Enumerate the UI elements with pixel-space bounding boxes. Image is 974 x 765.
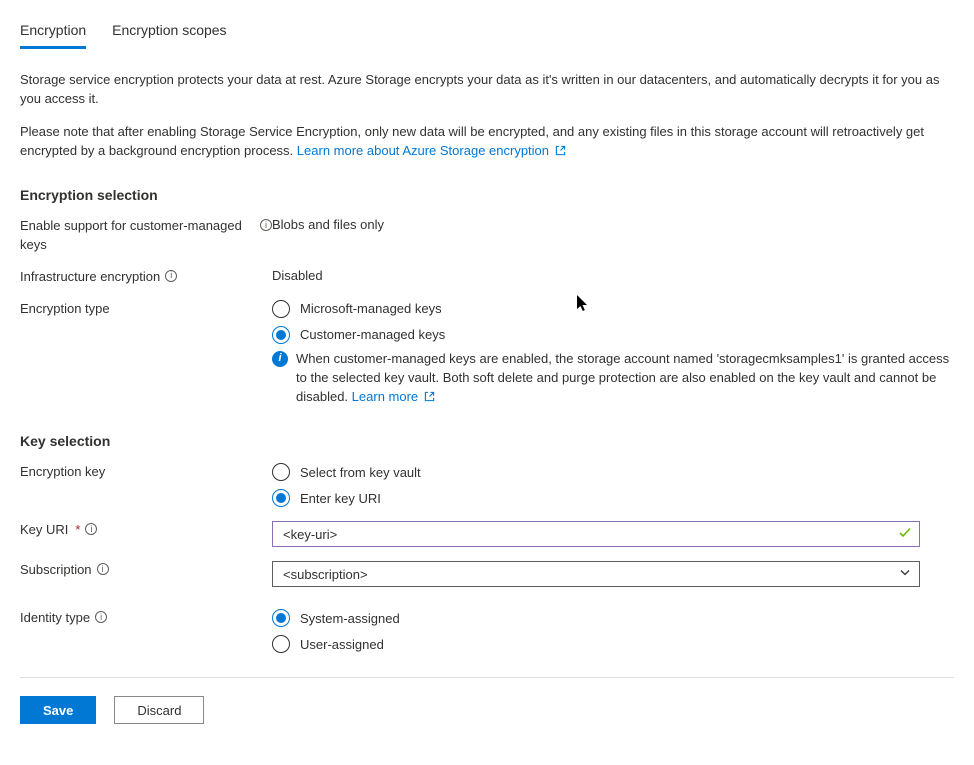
enable-support-label: Enable support for customer-managed keys xyxy=(20,217,255,253)
learn-more-link[interactable]: Learn more about Azure Storage encryptio… xyxy=(297,143,566,158)
radio-select-from-key-vault[interactable]: Select from key vault xyxy=(272,463,954,481)
radio-user-assigned[interactable]: User-assigned xyxy=(272,635,954,653)
subscription-value: <subscription> xyxy=(283,567,368,582)
infrastructure-encryption-label: Infrastructure encryption xyxy=(20,268,160,286)
encryption-key-label: Encryption key xyxy=(20,463,105,481)
footer: Save Discard xyxy=(20,696,954,724)
section-heading-key-selection: Key selection xyxy=(20,433,954,449)
encryption-key-radio-group: Select from key vault Enter key URI xyxy=(272,463,954,507)
radio-enter-key-uri[interactable]: Enter key URI xyxy=(272,489,954,507)
section-heading-encryption-selection: Encryption selection xyxy=(20,187,954,203)
infrastructure-encryption-value: Disabled xyxy=(272,268,954,283)
info-icon[interactable]: i xyxy=(85,523,97,535)
intro-paragraph-1: Storage service encryption protects your… xyxy=(20,71,954,109)
customer-managed-info: i When customer-managed keys are enabled… xyxy=(272,350,954,408)
radio-icon xyxy=(272,300,290,318)
radio-label: Microsoft-managed keys xyxy=(300,301,442,316)
info-icon[interactable]: i xyxy=(97,563,109,575)
subscription-label: Subscription xyxy=(20,561,92,579)
radio-icon xyxy=(272,326,290,344)
radio-microsoft-managed[interactable]: Microsoft-managed keys xyxy=(272,300,954,318)
key-uri-input[interactable] xyxy=(272,521,920,547)
identity-type-label: Identity type xyxy=(20,609,90,627)
info-icon: i xyxy=(272,351,288,367)
row-identity-type: Identity type i System-assigned User-ass… xyxy=(20,609,954,653)
radio-label: User-assigned xyxy=(300,637,384,652)
tabs: Encryption Encryption scopes xyxy=(20,20,954,49)
row-infrastructure-encryption: Infrastructure encryption i Disabled xyxy=(20,268,954,286)
radio-icon xyxy=(272,463,290,481)
intro-text: Storage service encryption protects your… xyxy=(20,71,954,161)
radio-label: Select from key vault xyxy=(300,465,421,480)
encryption-type-radio-group: Microsoft-managed keys Customer-managed … xyxy=(272,300,954,344)
subscription-select[interactable]: <subscription> xyxy=(272,561,920,587)
save-button[interactable]: Save xyxy=(20,696,96,724)
row-subscription: Subscription i <subscription> xyxy=(20,561,954,587)
radio-system-assigned[interactable]: System-assigned xyxy=(272,609,954,627)
discard-button[interactable]: Discard xyxy=(114,696,204,724)
tab-encryption[interactable]: Encryption xyxy=(20,20,86,49)
enable-support-value: Blobs and files only xyxy=(272,217,954,232)
identity-type-radio-group: System-assigned User-assigned xyxy=(272,609,954,653)
chevron-down-icon xyxy=(899,567,911,582)
key-uri-label: Key URI xyxy=(20,521,68,539)
external-link-icon xyxy=(555,143,566,162)
info-icon[interactable]: i xyxy=(165,270,177,282)
intro-paragraph-2: Please note that after enabling Storage … xyxy=(20,123,954,162)
info-icon[interactable]: i xyxy=(260,219,272,231)
row-key-uri: Key URI * i xyxy=(20,521,954,547)
radio-customer-managed[interactable]: Customer-managed keys xyxy=(272,326,954,344)
row-encryption-key: Encryption key Select from key vault Ent… xyxy=(20,463,954,507)
required-indicator: * xyxy=(75,521,80,539)
radio-icon xyxy=(272,635,290,653)
radio-icon xyxy=(272,489,290,507)
info-icon[interactable]: i xyxy=(95,611,107,623)
learn-more-link[interactable]: Learn more xyxy=(352,389,435,404)
radio-label: Enter key URI xyxy=(300,491,381,506)
external-link-icon xyxy=(424,389,435,408)
radio-icon xyxy=(272,609,290,627)
radio-label: Customer-managed keys xyxy=(300,327,445,342)
row-encryption-type: Encryption type Microsoft-managed keys C… xyxy=(20,300,954,408)
radio-label: System-assigned xyxy=(300,611,400,626)
footer-separator xyxy=(20,677,954,678)
checkmark-icon xyxy=(898,526,912,543)
row-enable-support: Enable support for customer-managed keys… xyxy=(20,217,954,253)
encryption-type-label: Encryption type xyxy=(20,300,110,318)
tab-encryption-scopes[interactable]: Encryption scopes xyxy=(112,20,226,49)
